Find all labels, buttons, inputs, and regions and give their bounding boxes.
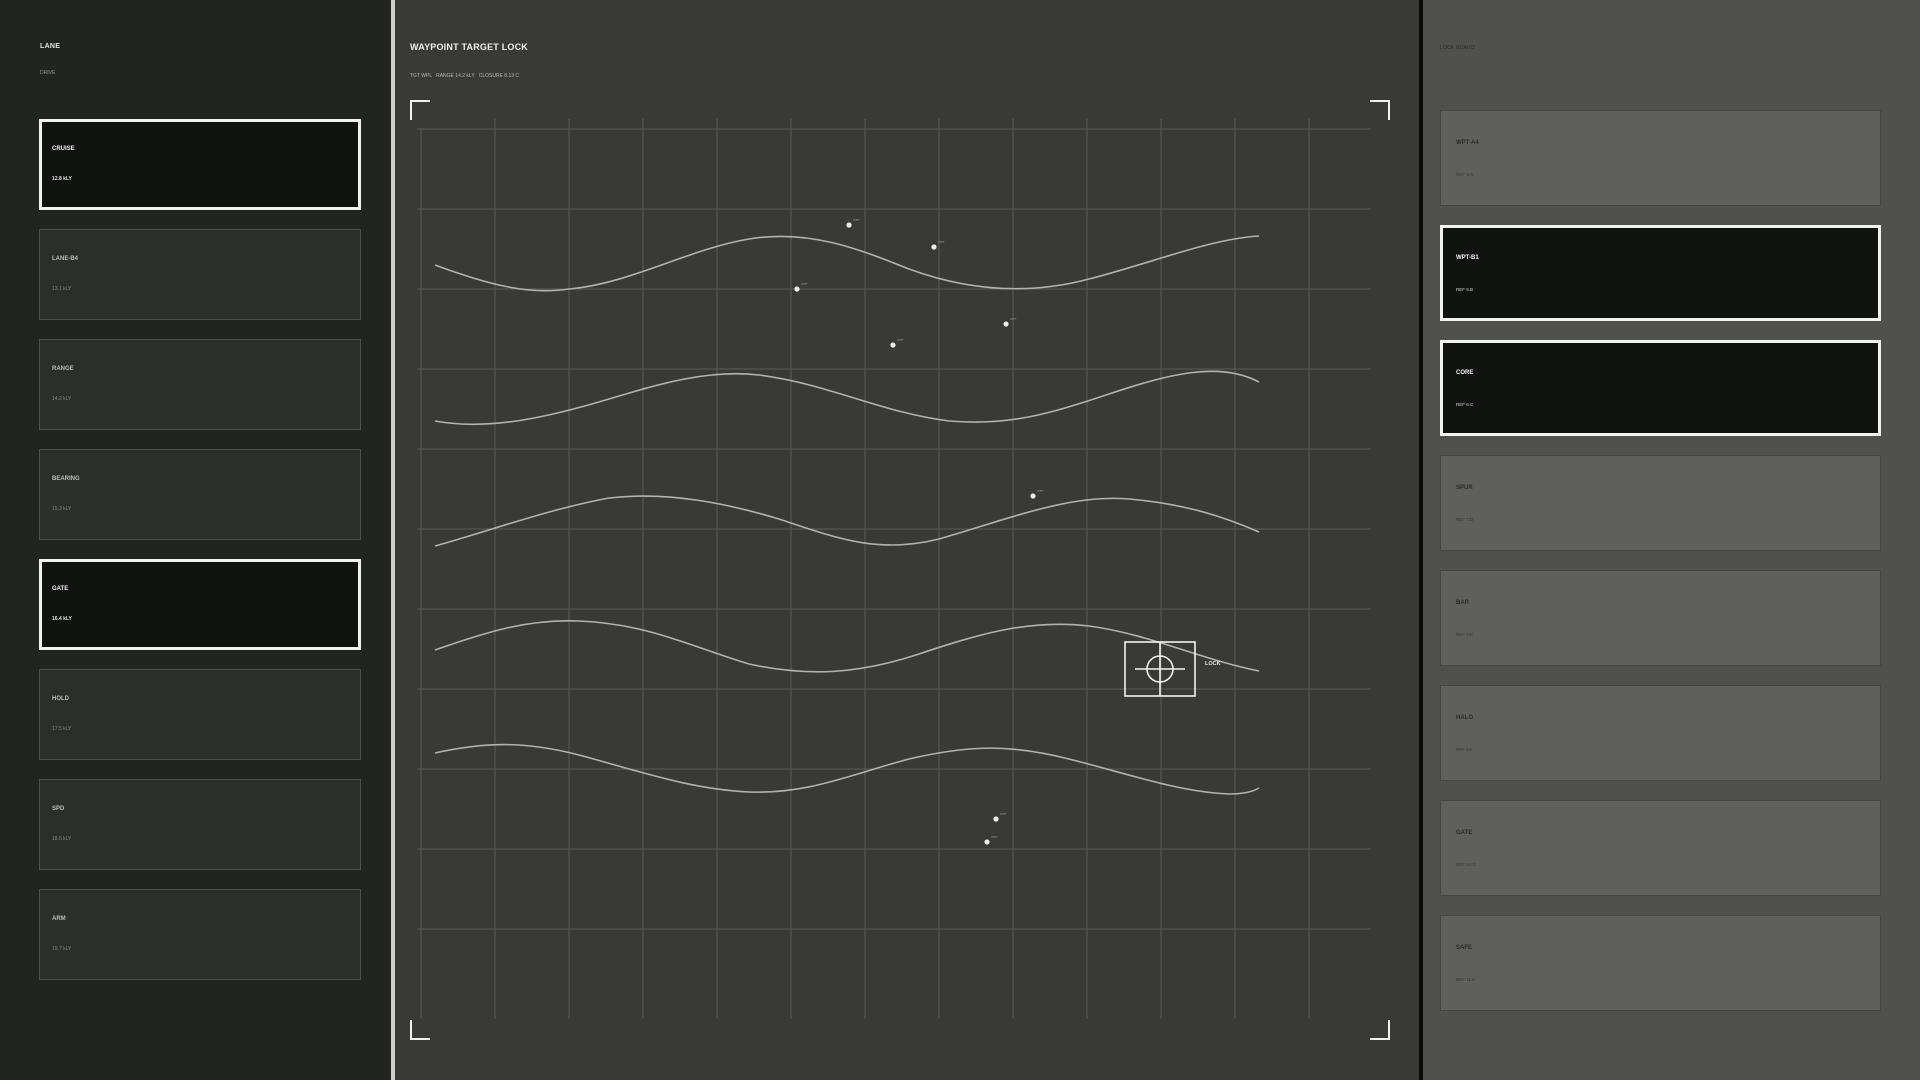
waypoint-label: WPT xyxy=(801,282,808,286)
target-lock-stats: TGT WPL RANGE 14.2 kLY CLOSURE 8.13 C xyxy=(410,73,520,79)
trajectory-line xyxy=(434,619,1260,673)
waypoint-marker[interactable]: WPT xyxy=(1030,489,1044,499)
lock-item-ref: REF 7.D xyxy=(1456,517,1474,522)
lane-item[interactable]: GATE 16.4 kLY xyxy=(39,559,361,650)
lane-item-value: 12.8 kLY xyxy=(52,176,72,182)
waypoint-label: WPT xyxy=(991,835,998,839)
lock-item-name: CORE xyxy=(1456,370,1474,376)
lock-item-ref: REF 10.G xyxy=(1456,862,1477,867)
lane-item[interactable]: RANGE 14.2 kLY xyxy=(39,339,361,430)
waypoint-dot xyxy=(1030,493,1036,499)
trajectory-line xyxy=(434,235,1260,292)
lane-list: CRUISE 12.8 kLY LANE-B4 13.1 kLY RANGE 1… xyxy=(39,119,361,999)
waypoint-label: WPT xyxy=(853,218,860,222)
lane-panel-subtitle: DRIVE xyxy=(40,70,56,76)
waypoint-marker[interactable]: WPT xyxy=(890,338,904,348)
trajectory-line xyxy=(434,495,1260,547)
lock-board-item[interactable]: GATE REF 10.G xyxy=(1440,800,1881,896)
waypoint-marker[interactable]: WPT xyxy=(1003,317,1017,327)
lock-reticle[interactable]: LOCK xyxy=(1124,641,1221,697)
lock-board-list: WPT-A4 REF 4.A WPT-B1 REF 5.B CORE REF 6… xyxy=(1440,110,1881,1030)
frame-corners xyxy=(410,100,1390,1040)
lock-item-ref: REF 5.B xyxy=(1456,287,1474,292)
lock-item-name: SPUR xyxy=(1456,485,1473,491)
lane-item-name: SPD xyxy=(52,806,65,812)
lock-item-ref: REF 11.H xyxy=(1456,977,1476,982)
waypoint-dot xyxy=(1003,321,1009,327)
waypoint-dot xyxy=(846,222,852,228)
lock-board-panel: LOCK BOARD WPT-A4 REF 4.A WPT-B1 REF 5.B… xyxy=(1423,0,1920,1080)
lane-item-name: ARM xyxy=(52,916,66,922)
frame-corner-bottom-left xyxy=(410,1020,430,1040)
lane-item-name: LANE-B4 xyxy=(52,256,79,262)
lane-item[interactable]: ARM 19.7 kLY xyxy=(39,889,361,980)
frame-corner-bottom-right xyxy=(1370,1020,1390,1040)
lock-item-name: WPT-A4 xyxy=(1456,140,1479,146)
lock-board-item[interactable]: SAFE REF 11.H xyxy=(1440,915,1881,1011)
lane-item-name: HOLD xyxy=(52,696,69,702)
lane-item-name: RANGE xyxy=(52,366,74,372)
lane-item-value: 13.1 kLY xyxy=(52,286,72,292)
frame-corner-top-right xyxy=(1370,100,1390,120)
trajectories xyxy=(434,235,1260,795)
lane-item-name: BEARING xyxy=(52,476,80,482)
lock-item-name: GATE xyxy=(1456,830,1473,836)
lane-item-value: 17.5 kLY xyxy=(52,726,72,732)
waypoint-label: WPT xyxy=(938,240,945,244)
frame-corner-top-left xyxy=(410,100,430,120)
lock-item-name: BAR xyxy=(1456,600,1469,606)
target-lock-title: WAYPOINT TARGET LOCK xyxy=(410,42,529,52)
target-plot[interactable]: WPT WPT WPT WPT WPT WPT WPT WPT LOCK xyxy=(409,99,1391,1041)
waypoint-label: WPT xyxy=(1000,812,1007,816)
lock-board-item[interactable]: HALO REF 9.F xyxy=(1440,685,1881,781)
waypoint-marker[interactable]: WPT xyxy=(931,240,945,250)
waypoint-dot xyxy=(794,286,800,292)
lane-item-value: 14.2 kLY xyxy=(52,396,72,402)
lock-item-name: HALO xyxy=(1456,715,1473,721)
lane-item-value: 18.6 kLY xyxy=(52,836,72,842)
lane-panel-title: LANE xyxy=(40,43,61,50)
waypoint-dot xyxy=(984,839,990,845)
lock-board-item[interactable]: SPUR REF 7.D xyxy=(1440,455,1881,551)
waypoint-dot xyxy=(931,244,937,250)
lock-board-title: LOCK BOARD xyxy=(1440,45,1475,51)
lock-board-item[interactable]: CORE REF 6.C xyxy=(1440,340,1881,436)
waypoint-dot xyxy=(993,816,999,822)
waypoint-label: WPT xyxy=(1037,489,1044,493)
trajectory-line xyxy=(434,370,1260,426)
waypoint-marker[interactable]: WPT xyxy=(993,812,1007,822)
waypoint-label: WPT xyxy=(1010,317,1017,321)
waypoint-label: WPT xyxy=(897,338,904,342)
lock-item-ref: REF 6.C xyxy=(1456,402,1474,407)
lock-item-name: WPT-B1 xyxy=(1456,255,1479,261)
waypoints: WPT WPT WPT WPT WPT WPT WPT WPT xyxy=(794,218,1044,845)
lane-item-value: 16.4 kLY xyxy=(52,616,72,622)
lane-item-name: GATE xyxy=(52,586,69,592)
lane-item[interactable]: SPD 18.6 kLY xyxy=(39,779,361,870)
lane-item[interactable]: BEARING 15.3 kLY xyxy=(39,449,361,540)
lock-item-ref: REF 8.E xyxy=(1456,632,1474,637)
lock-item-ref: REF 4.A xyxy=(1456,172,1474,177)
lane-item-name: CRUISE xyxy=(52,146,75,152)
target-lock-panel: WAYPOINT TARGET LOCK TGT WPL RANGE 14.2 … xyxy=(395,0,1419,1080)
lock-board-item[interactable]: WPT-A4 REF 4.A xyxy=(1440,110,1881,206)
lane-item[interactable]: LANE-B4 13.1 kLY xyxy=(39,229,361,320)
lock-board-item[interactable]: WPT-B1 REF 5.B xyxy=(1440,225,1881,321)
target-plot-canvas: WPT WPT WPT WPT WPT WPT WPT WPT LOCK xyxy=(410,100,1390,1040)
lane-panel: LANE DRIVE CRUISE 12.8 kLY LANE-B4 13.1 … xyxy=(0,0,391,1080)
lane-item[interactable]: CRUISE 12.8 kLY xyxy=(39,119,361,210)
reticle-label: LOCK xyxy=(1205,661,1221,667)
lock-item-name: SAFE xyxy=(1456,945,1473,951)
lane-item[interactable]: HOLD 17.5 kLY xyxy=(39,669,361,760)
waypoint-marker[interactable]: WPT xyxy=(794,282,808,292)
lane-item-value: 15.3 kLY xyxy=(52,506,72,512)
waypoint-marker[interactable]: WPT xyxy=(846,218,860,228)
grid xyxy=(417,119,1371,1019)
lock-item-ref: REF 9.F xyxy=(1456,747,1473,752)
lock-board-item[interactable]: BAR REF 8.E xyxy=(1440,570,1881,666)
waypoint-dot xyxy=(890,342,896,348)
waypoint-marker[interactable]: WPT xyxy=(984,835,998,845)
lane-item-value: 19.7 kLY xyxy=(52,946,72,952)
